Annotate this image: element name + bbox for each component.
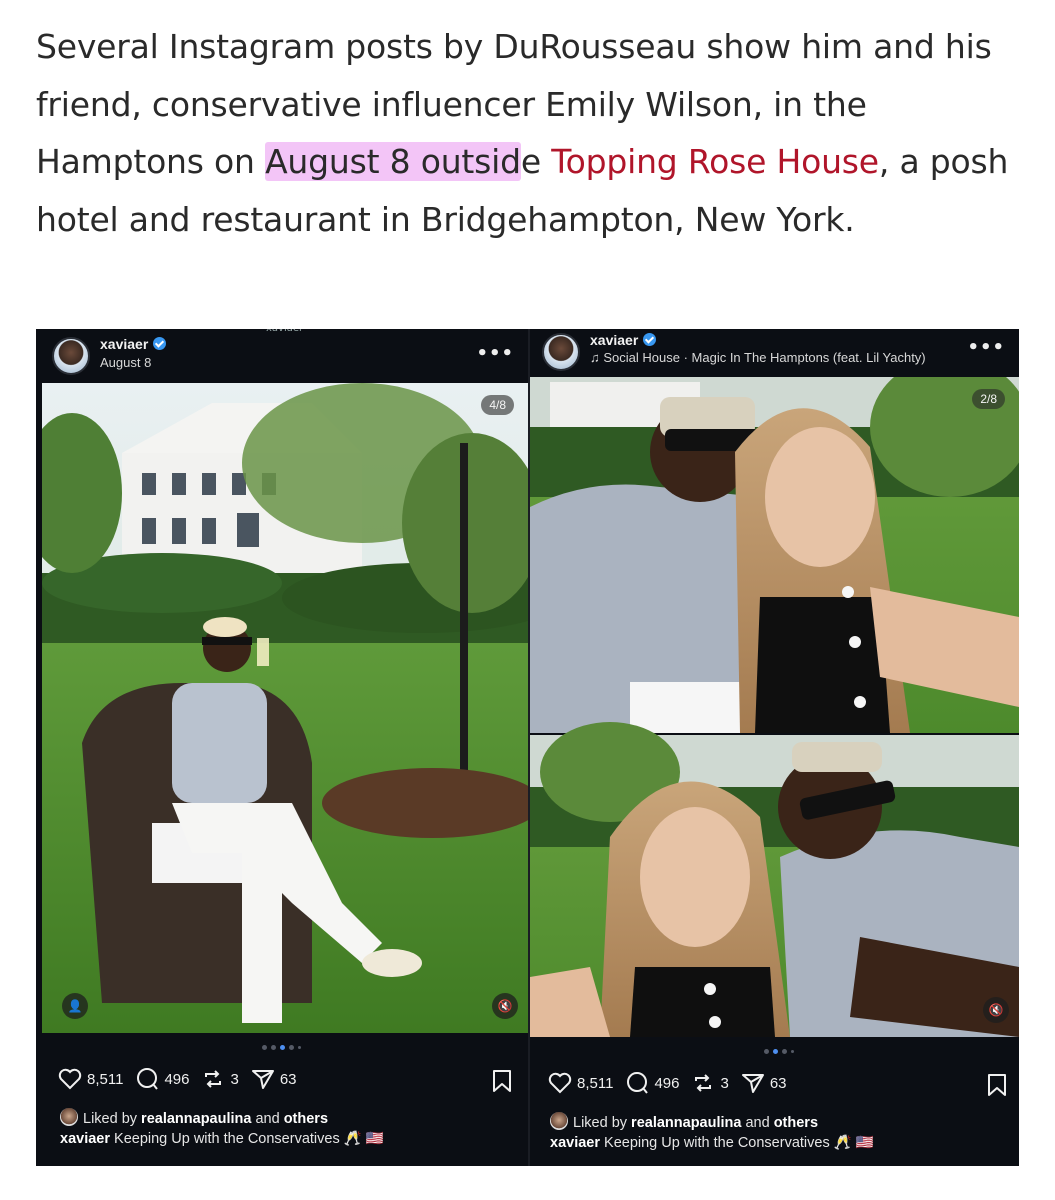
music-track[interactable]: ♫ Social House · Magic In The Hamptons (… [590, 350, 926, 365]
save-button[interactable] [492, 1069, 512, 1097]
verified-badge-icon [643, 333, 657, 346]
action-bar: 8,511 496 3 63 [548, 1071, 799, 1095]
music-note-icon: ♫ [590, 350, 600, 365]
share-icon [251, 1070, 274, 1089]
like-count: 8,511 [577, 1074, 614, 1092]
garden-scene-image [42, 383, 528, 1033]
repost-button[interactable]: 3 [691, 1071, 729, 1095]
avatar[interactable] [52, 337, 90, 375]
caption-text: Keeping Up with the Conservatives 🥂 🇺🇸 [600, 1135, 874, 1151]
bookmark-icon [988, 1074, 1006, 1096]
liked-by-line: Liked by realannapaulina and others [550, 1112, 818, 1131]
carousel-dots [262, 1045, 301, 1050]
music-track-text: Social House · Magic In The Hamptons (fe… [603, 350, 926, 365]
liked-mid: and [741, 1115, 774, 1131]
username-text: xaviaer [100, 336, 149, 352]
more-options-icon[interactable]: ••• [967, 337, 1005, 358]
liked-others-link[interactable]: others [774, 1115, 818, 1131]
caption-text: Keeping Up with the Conservatives 🥂 🇺🇸 [110, 1131, 384, 1147]
carousel-dot [262, 1045, 267, 1050]
post-date: August 8 [100, 355, 152, 370]
carousel-dot-active [773, 1049, 778, 1054]
liked-by-line: Liked by realannapaulina and others [60, 1108, 328, 1127]
caption-username[interactable]: xaviaer [550, 1135, 600, 1151]
carousel-dots [764, 1049, 794, 1054]
carousel-dot-active [280, 1045, 285, 1050]
share-button[interactable]: 63 [251, 1068, 297, 1090]
carousel-dot [271, 1045, 276, 1050]
share-icon [741, 1074, 764, 1093]
share-count: 63 [279, 1070, 297, 1088]
post-header: xaviaer August 8 ••• [36, 329, 528, 381]
more-options-icon[interactable]: ••• [476, 343, 514, 364]
mute-icon[interactable]: 🔇 [492, 993, 518, 1019]
instagram-post-right: xaviaer ♫ Social House · Magic In The Ha… [528, 329, 1019, 1166]
repost-icon [205, 1070, 222, 1088]
liker-avatar [60, 1108, 78, 1126]
topping-rose-house-link[interactable]: Topping Rose House [551, 142, 879, 181]
comment-icon [137, 1068, 159, 1090]
comment-icon [627, 1072, 649, 1094]
username[interactable]: xaviaer [100, 336, 167, 352]
share-count: 63 [769, 1074, 787, 1092]
carousel-dot [791, 1050, 794, 1053]
avatar[interactable] [542, 333, 580, 371]
liked-others-link[interactable]: others [284, 1111, 328, 1127]
comment-button[interactable]: 496 [625, 1071, 679, 1095]
carousel-dot [764, 1049, 769, 1054]
repost-count: 3 [230, 1070, 239, 1088]
person-tag-icon[interactable]: 👤 [62, 993, 88, 1019]
post-header: xaviaer ♫ Social House · Magic In The Ha… [530, 329, 1019, 381]
caption-username[interactable]: xaviaer [60, 1131, 110, 1147]
share-button[interactable]: 63 [741, 1072, 787, 1094]
liked-prefix: Liked by [83, 1111, 142, 1127]
liked-mid: and [251, 1111, 284, 1127]
verified-badge-icon [153, 337, 167, 350]
carousel-dot [782, 1049, 787, 1054]
username-text: xaviaer [590, 332, 639, 348]
article-text-mid: e [520, 142, 552, 181]
comment-count: 496 [164, 1070, 190, 1088]
like-button[interactable]: 8,511 [58, 1068, 123, 1090]
like-button[interactable]: 8,511 [548, 1072, 613, 1094]
post-caption: xaviaer Keeping Up with the Conservative… [550, 1134, 874, 1151]
mute-icon[interactable]: 🔇 [983, 997, 1009, 1023]
post-caption: xaviaer Keeping Up with the Conservative… [60, 1130, 384, 1147]
comment-count: 496 [654, 1074, 680, 1092]
carousel-dot [298, 1046, 301, 1049]
selfie-scene-image [530, 377, 1019, 1037]
username[interactable]: xaviaer [590, 332, 657, 348]
action-bar: 8,511 496 3 63 [58, 1067, 309, 1091]
slide-counter: 4/8 [481, 395, 514, 415]
repost-count: 3 [720, 1074, 729, 1092]
article-paragraph: Several Instagram posts by DuRousseau sh… [36, 18, 1026, 248]
liked-prefix: Liked by [573, 1115, 632, 1131]
slide-counter: 2/8 [972, 389, 1005, 409]
comment-button[interactable]: 496 [135, 1067, 189, 1091]
liked-user-link[interactable]: realannapaulina [631, 1115, 741, 1131]
repost-button[interactable]: 3 [201, 1067, 239, 1091]
carousel-dot [289, 1045, 294, 1050]
repost-icon [695, 1074, 712, 1092]
post-photo[interactable]: 2/8 🔇 [530, 377, 1019, 1037]
post-photo[interactable]: 4/8 👤 🔇 [42, 383, 528, 1033]
instagram-post-left: xaviaer xaviaer August 8 ••• [36, 329, 528, 1166]
liked-user-link[interactable]: realannapaulina [141, 1111, 251, 1127]
save-button[interactable] [987, 1073, 1007, 1101]
heart-icon [548, 1072, 572, 1094]
liker-avatar [550, 1112, 568, 1130]
like-count: 8,511 [87, 1070, 124, 1088]
bookmark-icon [493, 1070, 511, 1092]
highlighted-text: August 8 outsid [265, 142, 521, 181]
heart-icon [58, 1068, 82, 1090]
